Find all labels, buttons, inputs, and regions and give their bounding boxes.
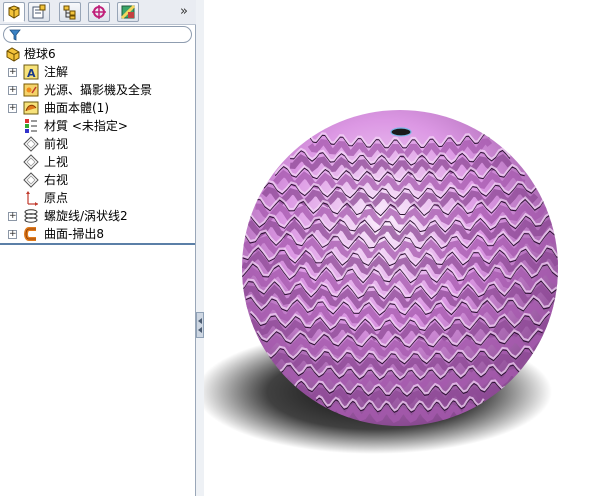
- tree-item-label: 材質 <未指定>: [44, 119, 128, 133]
- tree-filter-field[interactable]: [3, 26, 192, 43]
- graphics-viewport[interactable]: [204, 0, 611, 496]
- tree-item-label: 螺旋线/涡状线2: [44, 209, 128, 223]
- plane-icon: [23, 136, 39, 152]
- material-icon: [25, 119, 37, 133]
- tree-root-part[interactable]: 橙球6: [0, 45, 194, 63]
- expand-toggle[interactable]: +: [8, 104, 17, 113]
- tree-item-material[interactable]: 材質 <未指定>: [0, 117, 194, 135]
- tree-item-annotations[interactable]: + A 注解: [0, 63, 194, 81]
- collapse-panel-handle[interactable]: [196, 312, 204, 338]
- tab-dimxpert-manager[interactable]: [88, 2, 110, 22]
- tree-item-helix[interactable]: + 螺旋线/涡状线2: [0, 207, 194, 225]
- tree-item-label: 光源、攝影機及全景: [44, 83, 153, 97]
- annotations-icon: A: [23, 64, 39, 80]
- filter-input[interactable]: [24, 28, 184, 40]
- rollback-bar[interactable]: [0, 243, 195, 245]
- tree-root-label: 橙球6: [24, 47, 56, 61]
- filter-funnel-icon: [9, 29, 21, 41]
- surface-sweep-icon: [24, 227, 36, 241]
- collapse-arrow-icon: [198, 318, 202, 324]
- feature-manager-icon: [8, 5, 20, 19]
- tree-item-right-plane[interactable]: 右视: [0, 171, 194, 189]
- dimxpert-manager-icon: [92, 5, 106, 19]
- tree-item-label: 曲面本體(1): [44, 101, 109, 115]
- feature-manager-panel: » 橙球6 + A 注解 + 光源、攝影機及全景 + 曲面本體(1) 材質 <未…: [0, 0, 196, 496]
- tree-item-label: 原点: [44, 191, 69, 205]
- part-icon: [6, 47, 20, 62]
- lights-cameras-icon: [23, 83, 39, 97]
- display-manager-icon: [120, 4, 136, 20]
- svg-text:A: A: [27, 67, 36, 80]
- expand-toggle[interactable]: +: [8, 68, 17, 77]
- tab-display-manager[interactable]: [117, 2, 139, 22]
- expand-toggle[interactable]: +: [8, 212, 17, 221]
- tree-item-origin[interactable]: 原点: [0, 189, 194, 207]
- configuration-manager-icon: [63, 5, 76, 20]
- tree-item-lights-cameras[interactable]: + 光源、攝影機及全景: [0, 81, 194, 99]
- tree-item-label: 右视: [44, 173, 69, 187]
- tree-item-label: 注解: [44, 65, 69, 79]
- tree-item-surface-sweep[interactable]: + 曲面-掃出8: [0, 225, 194, 243]
- tree-item-label: 前视: [44, 137, 69, 151]
- more-tabs-chevron[interactable]: »: [176, 2, 192, 22]
- tree-item-front-plane[interactable]: 前视: [0, 135, 194, 153]
- tree-item-surface-bodies[interactable]: + 曲面本體(1): [0, 99, 194, 117]
- surface-bodies-icon: [23, 101, 39, 115]
- tab-configuration-manager[interactable]: [59, 2, 81, 22]
- tree-item-label: 曲面-掃出8: [44, 227, 104, 241]
- plane-icon: [23, 154, 39, 170]
- origin-icon: [26, 191, 38, 206]
- helix-icon: [24, 209, 38, 223]
- tree-item-label: 上视: [44, 155, 69, 169]
- expand-toggle[interactable]: +: [8, 86, 17, 95]
- tab-property-manager[interactable]: [28, 2, 50, 22]
- manager-tab-bar: »: [0, 0, 196, 25]
- tab-feature-manager[interactable]: [3, 2, 25, 22]
- tree-item-top-plane[interactable]: 上视: [0, 153, 194, 171]
- property-manager-icon: [32, 4, 46, 19]
- plane-icon: [23, 172, 39, 188]
- top-hole: [390, 127, 412, 137]
- expand-toggle[interactable]: +: [8, 230, 17, 239]
- collapse-arrow-icon: [198, 327, 202, 333]
- wavy-sphere-model[interactable]: [204, 0, 611, 496]
- panel-splitter[interactable]: [196, 0, 204, 496]
